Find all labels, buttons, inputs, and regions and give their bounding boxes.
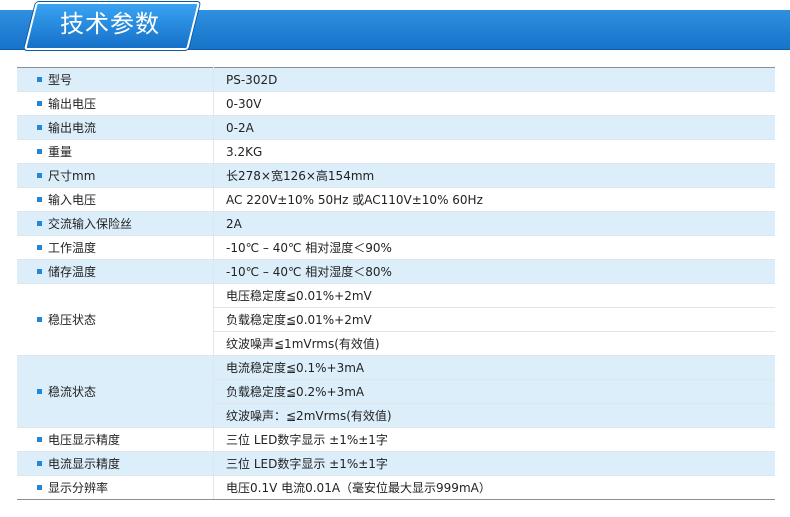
bullet-icon — [37, 101, 42, 106]
spec-row: 交流输入保险丝 2A — [17, 211, 775, 236]
spec-row: 输出电流 0-2A — [17, 115, 775, 140]
spec-value: 电压0.1V 电流0.01A（毫安位最大显示999mA） — [213, 475, 775, 500]
bullet-icon — [37, 149, 42, 154]
spec-label: 输出电流 — [48, 121, 97, 135]
spec-table: 型号 PS-302D 输出电压 0-30V 输出电流 0-2A 重量 3.2KG… — [17, 67, 775, 500]
bullet-icon — [37, 173, 42, 178]
bullet-icon — [37, 221, 42, 226]
spec-value: 纹波噪声：≦2mVrms(有效值) — [213, 403, 775, 428]
spec-label: 型号 — [48, 73, 73, 87]
spec-value: 2A — [213, 211, 775, 236]
spec-value: PS-302D — [213, 67, 775, 92]
bullet-icon — [37, 77, 42, 82]
spec-value: -10℃ – 40℃ 相对湿度＜80% — [213, 259, 775, 284]
spec-label: 输入电压 — [48, 193, 97, 207]
spec-row: 电流显示精度 三位 LED数字显示 ±1%±1字 — [17, 451, 775, 476]
spec-label: 工作温度 — [48, 241, 97, 255]
section-title: 技术参数 — [60, 10, 160, 38]
bullet-icon — [37, 125, 42, 130]
bullet-icon — [37, 437, 42, 442]
spec-value: 长278×宽126×高154mm — [213, 163, 775, 188]
spec-row: 稳流状态 电流稳定度≦0.1%+3mA — [17, 355, 775, 428]
bullet-icon — [37, 389, 42, 394]
spec-row: 型号 PS-302D — [17, 67, 775, 92]
spec-value: AC 220V±10% 50Hz 或AC110V±10% 60Hz — [213, 187, 775, 212]
spec-value: 纹波噪声≦1mVrms(有效值) — [213, 331, 775, 356]
bullet-icon — [37, 461, 42, 466]
bullet-icon — [37, 245, 42, 250]
spec-label: 重量 — [48, 145, 73, 159]
spec-row: 尺寸mm 长278×宽126×高154mm — [17, 163, 775, 188]
spec-value: 三位 LED数字显示 ±1%±1字 — [213, 427, 775, 452]
spec-label: 尺寸mm — [48, 169, 96, 183]
spec-row: 工作温度 -10℃ – 40℃ 相对湿度＜90% — [17, 235, 775, 260]
spec-label: 交流输入保险丝 — [48, 217, 133, 231]
spec-value: 电压稳定度≦0.01%+2mV — [213, 283, 775, 308]
spec-label: 稳压状态 — [48, 313, 97, 327]
spec-value: 负载稳定度≦0.2%+3mA — [213, 379, 775, 404]
spec-value: 负载稳定度≦0.01%+2mV — [213, 307, 775, 332]
spec-label: 显示分辨率 — [48, 481, 109, 495]
spec-label: 电压显示精度 — [48, 433, 121, 447]
bullet-icon — [37, 269, 42, 274]
spec-row: 储存温度 -10℃ – 40℃ 相对湿度＜80% — [17, 259, 775, 284]
spec-value: 0-2A — [213, 115, 775, 140]
spec-row: 输出电压 0-30V — [17, 91, 775, 116]
section-banner: 技术参数 — [0, 0, 790, 50]
spec-row: 重量 3.2KG — [17, 139, 775, 164]
bullet-icon — [37, 485, 42, 490]
spec-label: 稳流状态 — [48, 385, 97, 399]
spec-value: 三位 LED数字显示 ±1%±1字 — [213, 451, 775, 476]
spec-label: 储存温度 — [48, 265, 97, 279]
spec-value: 电流稳定度≦0.1%+3mA — [213, 355, 775, 380]
bullet-icon — [37, 317, 42, 322]
spec-row: 电压显示精度 三位 LED数字显示 ±1%±1字 — [17, 427, 775, 452]
spec-value: -10℃ – 40℃ 相对湿度＜90% — [213, 235, 775, 260]
spec-row: 显示分辨率 电压0.1V 电流0.01A（毫安位最大显示999mA） — [17, 475, 775, 500]
spec-row: 稳压状态 电压稳定度≦0.01%+2mV — [17, 283, 775, 356]
bullet-icon — [37, 197, 42, 202]
spec-label: 输出电压 — [48, 97, 97, 111]
spec-value: 0-30V — [213, 91, 775, 116]
spec-value: 3.2KG — [213, 139, 775, 164]
spec-row: 输入电压 AC 220V±10% 50Hz 或AC110V±10% 60Hz — [17, 187, 775, 212]
spec-label: 电流显示精度 — [48, 457, 121, 471]
